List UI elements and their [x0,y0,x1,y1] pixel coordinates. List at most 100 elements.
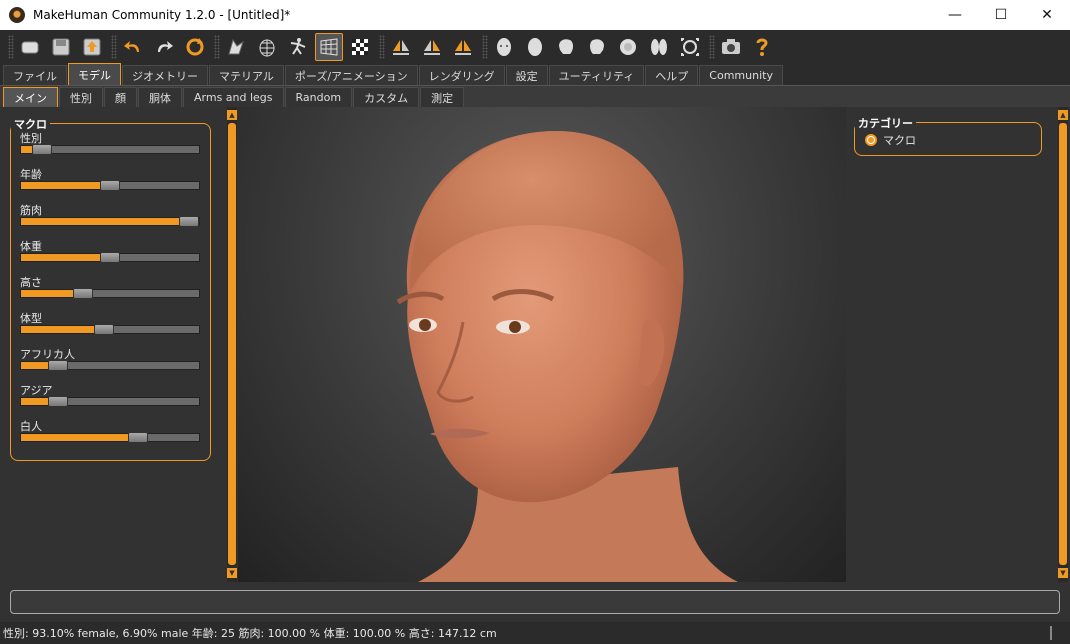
help-button[interactable] [748,33,776,61]
subtab-custom[interactable]: カスタム [353,87,420,107]
back-view-button[interactable] [521,33,549,61]
slider-label: 体型 [20,312,42,325]
toolbar-grip [8,34,14,59]
undo-button[interactable] [119,33,147,61]
macro-slider-row: 筋肉 [20,202,202,227]
tab-settings[interactable]: 設定 [505,65,548,85]
slider-label: 体重 [20,240,42,253]
slider-label: 年齢 [20,168,42,181]
progress-area [0,582,1070,622]
tab-rendering[interactable]: レンダリング [418,65,505,85]
tab-utilities[interactable]: ユーティリティ [548,65,645,85]
radio-selected-icon[interactable] [865,134,877,146]
slider-track[interactable] [20,396,200,407]
toolbar-separator [111,34,117,59]
top-view-button[interactable] [614,33,642,61]
subtab-face[interactable]: 顔 [104,87,137,107]
tab-material[interactable]: マテリアル [209,65,284,85]
redo-icon [158,40,173,52]
title-bar: MakeHuman Community 1.2.0 - [Untitled]* … [0,0,1070,30]
main-tab-bar: ファイル モデル ジオメトリー マテリアル ポーズ/アニメーション レンダリング… [0,63,1070,85]
scroll-up-arrow-icon[interactable]: ▲ [227,110,237,120]
category-macro-label: マクロ [883,134,916,147]
scroll-down-arrow-icon[interactable]: ▼ [227,568,237,578]
slider-handle[interactable] [128,432,148,443]
toolbar-separator [709,34,715,59]
tab-file[interactable]: ファイル [3,65,67,85]
app-logo-icon [9,7,25,23]
symmetry-left-icon [424,39,440,55]
left-view-button[interactable] [552,33,580,61]
reset-camera-button[interactable] [676,33,704,61]
background-button[interactable] [346,33,374,61]
symmetry-right-button[interactable] [387,33,415,61]
right-view-button[interactable] [583,33,611,61]
tab-model[interactable]: モデル [68,63,121,85]
save-button[interactable] [47,33,75,61]
left-scrollbar[interactable]: ▲ ▼ [227,107,237,582]
subtab-torso[interactable]: 胴体 [138,87,182,107]
smooth-button[interactable] [222,33,250,61]
subtab-arms-legs[interactable]: Arms and legs [183,87,284,107]
slider-track[interactable] [20,216,200,227]
toolbar-separator [379,34,385,59]
slider-handle[interactable] [179,216,199,227]
slider-handle[interactable] [73,288,93,299]
macro-group: マクロ 性別 年齢 筋肉 体重 高さ 体型 アフリカ人 アジア 白人 [10,116,211,461]
category-macro-radio[interactable]: マクロ [865,132,916,148]
slider-handle[interactable] [94,324,114,335]
slider-label: アジア [20,384,53,397]
minimize-button[interactable]: — [932,0,978,30]
tab-help[interactable]: ヘルプ [645,65,699,85]
left-scroll-thumb[interactable] [228,123,236,565]
right-scroll-thumb[interactable] [1059,123,1067,565]
slider-track[interactable] [20,432,200,443]
close-button[interactable]: ✕ [1024,0,1070,30]
subtab-main[interactable]: メイン [3,87,58,107]
slider-track[interactable] [20,144,200,155]
macro-slider-row: 体型 [20,310,202,335]
subtab-measure[interactable]: 測定 [420,87,465,107]
toolbar-separator [482,34,488,59]
slider-track[interactable] [20,360,200,371]
maximize-button[interactable]: ☐ [978,0,1024,30]
macro-slider-row: アジア [20,382,202,407]
slider-handle[interactable] [100,180,120,191]
symmetry-left-button[interactable] [418,33,446,61]
scroll-down-arrow-icon[interactable]: ▼ [1058,568,1068,578]
subtab-random[interactable]: Random [284,87,353,107]
reset-camera-icon [681,37,699,56]
grid-button[interactable] [315,32,343,61]
export-button[interactable] [78,33,106,61]
slider-track[interactable] [20,180,200,191]
scroll-up-arrow-icon[interactable]: ▲ [1058,110,1068,120]
bottom-view-button[interactable] [645,33,673,61]
subtab-gender[interactable]: 性別 [59,87,103,107]
right-scrollbar[interactable]: ▲ ▼ [1058,107,1068,582]
slider-handle[interactable] [100,252,120,263]
slider-track[interactable] [20,252,200,263]
pose-button[interactable] [284,33,312,61]
redo-button[interactable] [150,33,178,61]
symmetry-button[interactable] [449,33,477,61]
new-file-button[interactable] [16,33,44,61]
screenshot-button[interactable] [717,33,745,61]
symmetry-right-icon [393,39,409,55]
export-icon [83,38,101,55]
tab-pose-animation[interactable]: ポーズ/アニメーション [284,65,418,85]
slider-track[interactable] [20,288,200,299]
wireframe-button[interactable] [253,33,281,61]
tab-community[interactable]: Community [699,65,783,85]
checkerboard-icon [352,38,368,55]
slider-label: 筋肉 [20,204,42,217]
slider-handle[interactable] [32,144,52,155]
slider-track[interactable] [20,324,200,335]
slider-handle[interactable] [48,396,68,407]
tab-geometry[interactable]: ジオメトリー [122,65,208,85]
3d-viewport[interactable] [238,107,846,582]
symmetry-icon [455,39,471,55]
front-view-button[interactable] [490,33,518,61]
back-view-icon [528,37,542,56]
reset-button[interactable] [181,33,209,61]
slider-handle[interactable] [48,360,68,371]
